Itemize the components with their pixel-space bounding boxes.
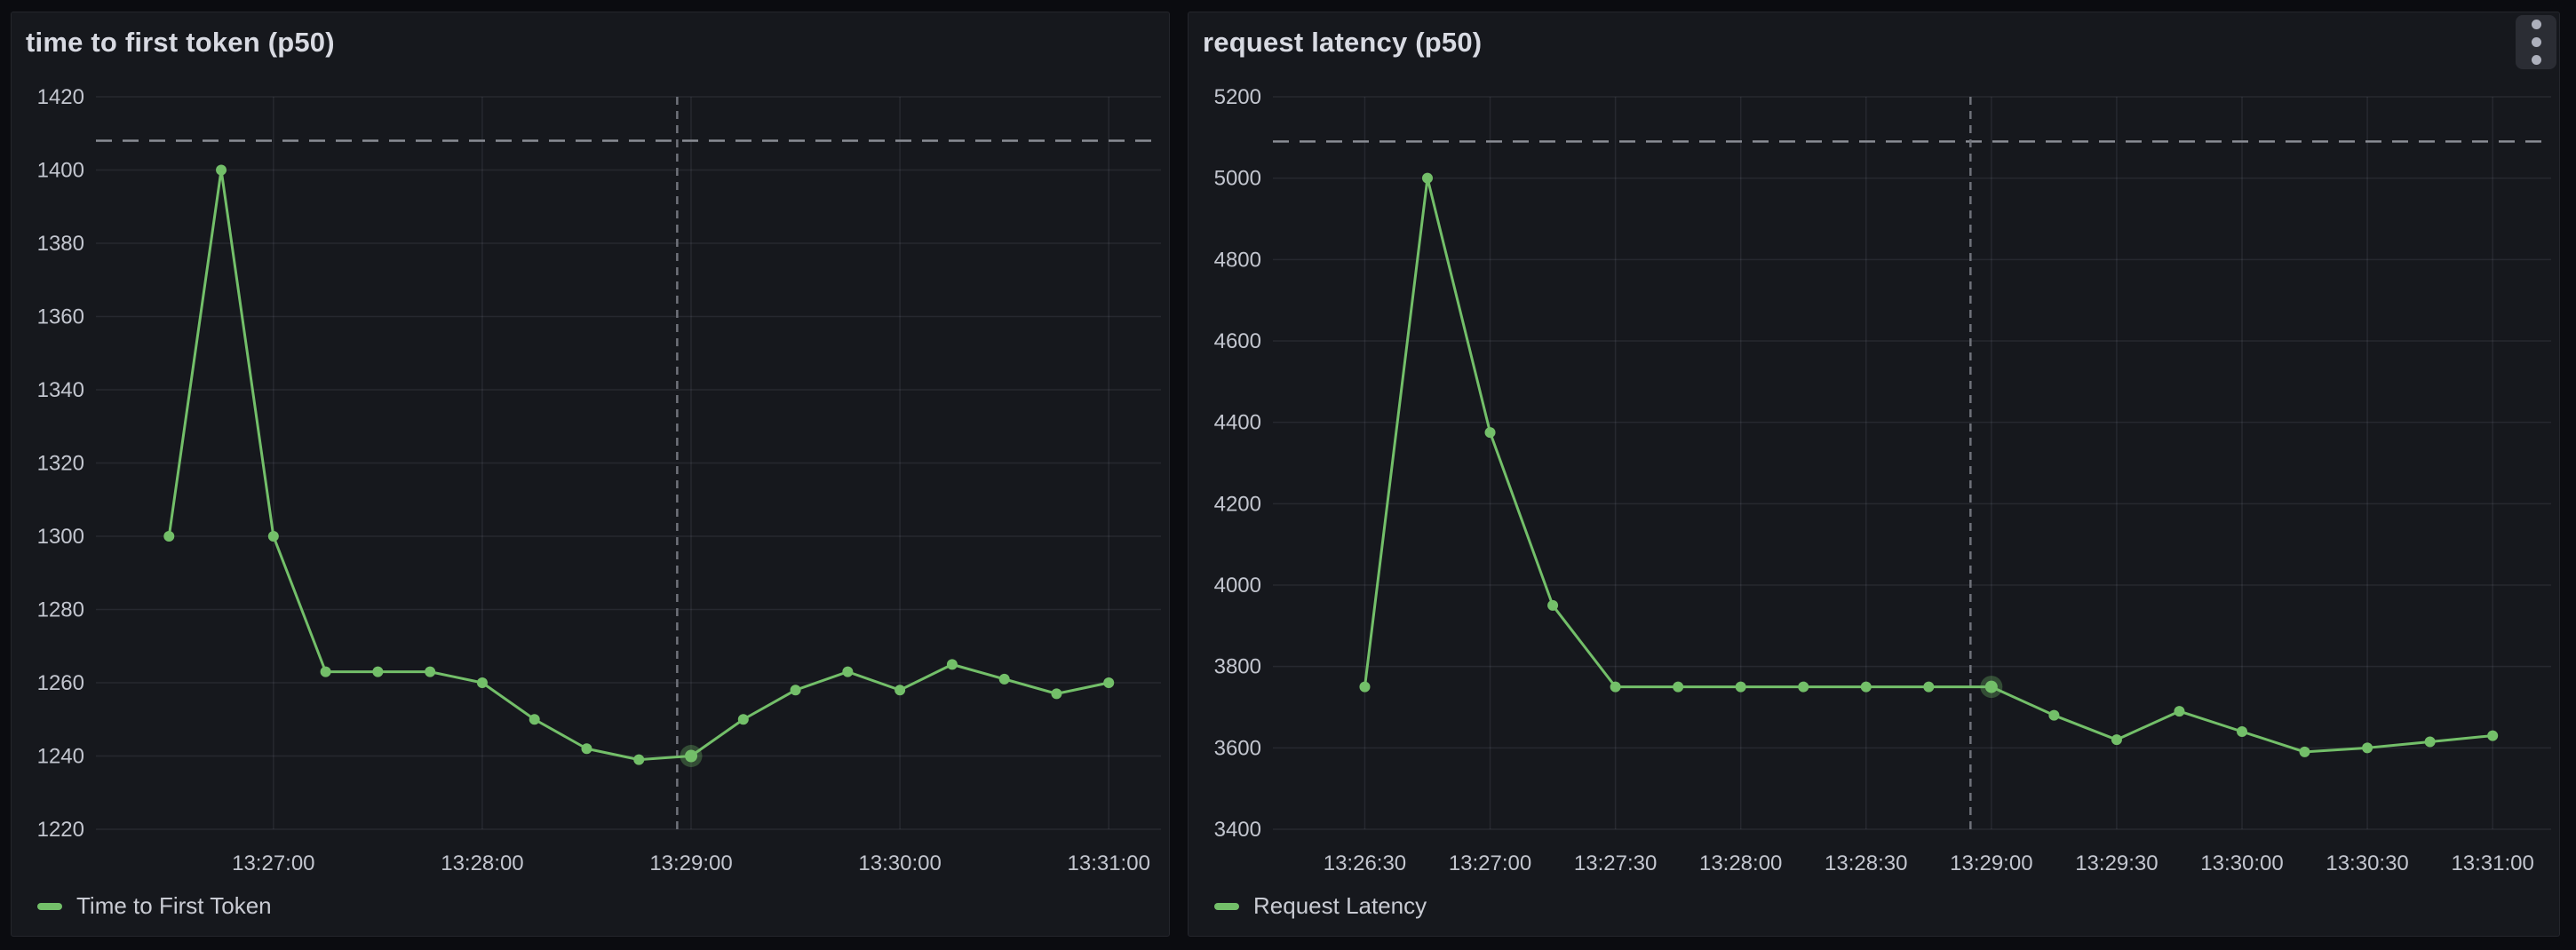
data-point[interactable] xyxy=(842,667,853,677)
y-tick-label: 1220 xyxy=(37,818,84,842)
x-tick-label: 13:30:00 xyxy=(2200,851,2283,875)
data-point[interactable] xyxy=(2362,742,2373,753)
data-point[interactable] xyxy=(685,750,697,763)
y-tick-label: 1320 xyxy=(37,452,84,476)
data-point[interactable] xyxy=(1485,427,1496,438)
data-point[interactable] xyxy=(1051,688,1061,699)
kebab-menu-icon xyxy=(2532,20,2541,65)
data-point[interactable] xyxy=(2174,706,2184,716)
data-point[interactable] xyxy=(477,677,488,688)
y-tick-label: 5000 xyxy=(1214,167,1261,191)
y-tick-label: 3400 xyxy=(1214,818,1261,842)
data-point[interactable] xyxy=(1422,173,1433,184)
panel-request-latency: request latency (p50) 3400 3600 3800 4000 42… xyxy=(1188,12,2560,937)
y-tick-label: 1360 xyxy=(37,305,84,329)
data-point[interactable] xyxy=(2425,736,2436,747)
y-tick-label: 3600 xyxy=(1214,736,1261,760)
panel-title[interactable]: request latency (p50) xyxy=(1203,27,1482,59)
data-point[interactable] xyxy=(738,714,749,724)
data-point[interactable] xyxy=(321,667,331,677)
data-point[interactable] xyxy=(163,531,174,542)
data-point[interactable] xyxy=(581,743,592,754)
dashboard: time to first token (p50) 12201240126012… xyxy=(0,0,2576,950)
data-point[interactable] xyxy=(947,659,958,669)
x-tick-label: 13:27:30 xyxy=(1574,851,1657,875)
data-point[interactable] xyxy=(791,685,801,695)
x-tick-label: 13:26:30 xyxy=(1324,851,1406,875)
x-tick-label: 13:28:00 xyxy=(1699,851,1782,875)
x-tick-label: 13:30:30 xyxy=(2326,851,2408,875)
x-tick-label: 13:27:00 xyxy=(1449,851,1531,875)
panel-menu-button[interactable] xyxy=(2516,15,2556,69)
data-point[interactable] xyxy=(2237,726,2247,737)
data-point[interactable] xyxy=(1985,681,1998,693)
x-tick-label: 13:27:00 xyxy=(232,851,314,875)
data-point[interactable] xyxy=(2111,734,2122,745)
legend-series-swatch xyxy=(37,903,62,910)
data-point[interactable] xyxy=(1798,682,1809,693)
y-tick-label: 1400 xyxy=(37,159,84,183)
data-point[interactable] xyxy=(2300,747,2310,757)
data-point[interactable] xyxy=(1736,682,1746,693)
data-point[interactable] xyxy=(2048,710,2059,721)
panel-time-to-first-token: time to first token (p50) 12201240126012… xyxy=(11,12,1170,937)
y-tick-label: 4800 xyxy=(1214,248,1261,272)
data-point[interactable] xyxy=(1861,682,1872,693)
legend-series-swatch xyxy=(1214,903,1239,910)
data-point[interactable] xyxy=(1673,682,1683,693)
data-point[interactable] xyxy=(2487,731,2498,741)
data-point[interactable] xyxy=(1610,682,1621,693)
data-point[interactable] xyxy=(529,714,540,724)
data-point[interactable] xyxy=(633,755,644,765)
y-tick-label: 1380 xyxy=(37,232,84,256)
y-tick-label: 4200 xyxy=(1214,492,1261,516)
x-tick-label: 13:31:00 xyxy=(2451,851,2533,875)
x-tick-label: 13:28:30 xyxy=(1825,851,1907,875)
x-tick-label: 13:29:30 xyxy=(2075,851,2158,875)
x-tick-label: 13:29:00 xyxy=(649,851,732,875)
time-series-chart: 1220 1240 1260 1280 1300 1320 1340 1360 1380 1400… xyxy=(12,12,1169,936)
y-tick-label: 1240 xyxy=(37,745,84,769)
data-point[interactable] xyxy=(894,685,905,695)
x-tick-label: 13:30:00 xyxy=(858,851,941,875)
y-tick-label: 1340 xyxy=(37,378,84,402)
data-point[interactable] xyxy=(1923,682,1934,693)
panel-title[interactable]: time to first token (p50) xyxy=(26,27,335,59)
y-tick-label: 5200 xyxy=(1214,85,1261,109)
x-tick-label: 13:31:00 xyxy=(1068,851,1150,875)
data-point[interactable] xyxy=(999,674,1010,685)
data-point[interactable] xyxy=(1547,600,1558,611)
legend-series-label: Time to First Token xyxy=(76,892,272,920)
y-tick-label: 4400 xyxy=(1214,411,1261,435)
time-series-chart: 3400 3600 3800 4000 4200 4400 4600 4800 5000 5200… xyxy=(1189,12,2559,936)
legend-item[interactable]: Time to First Token xyxy=(37,892,272,920)
plot-area[interactable] xyxy=(1273,97,2551,829)
y-tick-label: 4600 xyxy=(1214,329,1261,353)
y-tick-label: 1420 xyxy=(37,85,84,109)
data-point[interactable] xyxy=(216,165,227,176)
data-point[interactable] xyxy=(1103,677,1114,688)
y-tick-label: 3800 xyxy=(1214,655,1261,679)
y-tick-label: 4000 xyxy=(1214,574,1261,598)
y-tick-label: 1280 xyxy=(37,598,84,622)
data-point[interactable] xyxy=(425,667,435,677)
data-point[interactable] xyxy=(372,667,383,677)
legend-series-label: Request Latency xyxy=(1253,892,1427,920)
x-tick-label: 13:28:00 xyxy=(441,851,523,875)
data-point[interactable] xyxy=(1359,682,1370,693)
y-tick-label: 1260 xyxy=(37,671,84,695)
y-tick-label: 1300 xyxy=(37,525,84,549)
legend-item[interactable]: Request Latency xyxy=(1214,892,1427,920)
data-point[interactable] xyxy=(268,531,279,542)
x-tick-label: 13:29:00 xyxy=(1950,851,2032,875)
